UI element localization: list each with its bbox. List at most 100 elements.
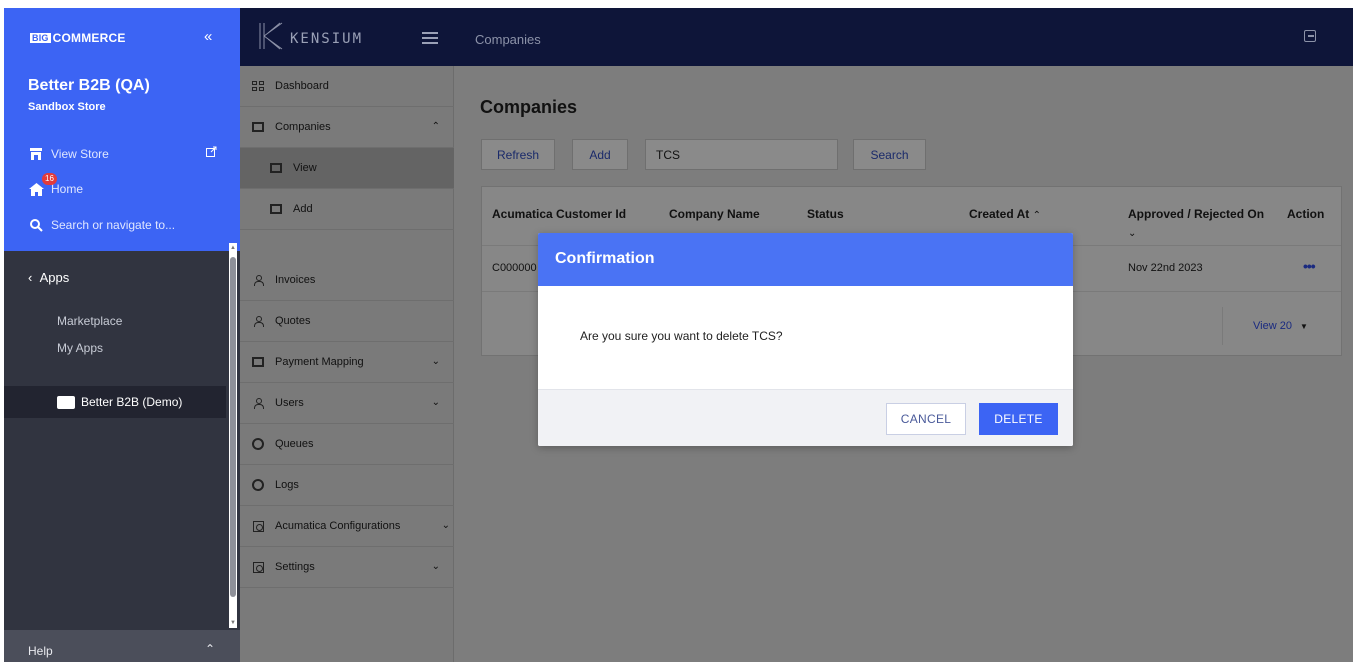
apps-label: Apps <box>39 270 70 285</box>
sidebar-item-label: Acumatica Configurations <box>275 520 401 532</box>
page-size-select[interactable]: View 20 ▼ <box>1222 307 1337 345</box>
row-actions-icon[interactable]: ••• <box>1303 258 1316 274</box>
help-label: Help <box>28 644 53 658</box>
sidebar-item-logs[interactable]: Logs <box>240 465 454 506</box>
search-icon <box>28 217 44 233</box>
sidebar-item-label: Users <box>275 397 304 409</box>
sidebar-item-payment-mapping[interactable]: Payment Mapping ⌄ <box>240 342 454 383</box>
scroll-down-icon[interactable]: ▼ <box>230 620 236 626</box>
column-header-created-at[interactable]: Created At ⌃ <box>969 205 1041 225</box>
settings-icon <box>252 561 264 573</box>
sort-icon: ⌄ <box>1128 228 1137 239</box>
sidebar-item-quotes[interactable]: Quotes <box>240 301 454 342</box>
building-icon <box>270 163 282 174</box>
sidebar-item-label: Invoices <box>275 274 316 286</box>
chevron-up-icon: ⌃ <box>431 121 440 132</box>
delete-button[interactable]: DELETE <box>979 403 1058 435</box>
sidebar-item-settings[interactable]: Settings ⌄ <box>240 547 454 588</box>
sidebar-item-queues[interactable]: Queues <box>240 424 454 465</box>
sidebar-item-companies-view[interactable]: View <box>240 148 454 189</box>
bigcommerce-logo-mark: BIG <box>30 33 51 43</box>
account-circle-icon <box>252 479 264 491</box>
sidebar-item-label: Payment Mapping <box>275 356 364 368</box>
sidebar-item-label: Add <box>293 203 313 215</box>
chevron-left-icon: ‹ <box>28 270 33 285</box>
cancel-button[interactable]: CANCEL <box>886 403 966 435</box>
collapse-sidebar-icon[interactable]: « <box>204 28 212 45</box>
scroll-up-icon[interactable]: ▲ <box>230 245 236 251</box>
sidebar-item-label: Quotes <box>275 315 311 327</box>
my-apps-link[interactable]: My Apps <box>57 341 103 355</box>
sidebar-item-label: Settings <box>275 561 315 573</box>
kensium-logo-mark <box>258 22 284 55</box>
home-link[interactable]: 16 Home <box>28 173 84 197</box>
building-icon <box>270 204 282 215</box>
add-button[interactable]: Add <box>572 139 628 170</box>
column-header-status[interactable]: Status <box>807 205 844 223</box>
dashboard-icon <box>252 81 264 92</box>
cell-customer-id: C000000 <box>492 262 537 274</box>
sidebar-item-label: Logs <box>275 479 299 491</box>
scrollbar-thumb[interactable] <box>230 257 236 597</box>
sidebar-scrollbar[interactable]: ▲ ▼ <box>229 243 237 628</box>
bigcommerce-logo-text: COMMERCE <box>52 31 126 45</box>
kensium-logo-text: KENSIUM <box>290 30 364 47</box>
app-sidebar: Dashboard Companies ⌃ View Add Invoices … <box>240 66 454 662</box>
page-title: Companies <box>480 97 578 117</box>
search-button[interactable]: Search <box>853 139 926 170</box>
help-section[interactable]: Help ⌃ <box>4 630 240 662</box>
person-icon <box>252 397 264 409</box>
sidebar-item-dashboard[interactable]: Dashboard <box>240 66 454 107</box>
approved-on-label: Approved / Rejected On <box>1128 207 1265 221</box>
bigcommerce-sidebar: BIG COMMERCE « Better B2B (QA) Sandbox S… <box>4 8 240 662</box>
dialog-message: Are you sure you want to delete TCS? <box>580 329 783 343</box>
navigation-search[interactable]: Search or navigate to... <box>28 217 175 233</box>
building-icon <box>252 122 264 133</box>
column-header-customer-id[interactable]: Acumatica Customer Id <box>492 205 632 223</box>
search-input[interactable] <box>645 139 838 170</box>
sidebar-item-invoices[interactable]: Invoices <box>240 260 454 301</box>
view-store-label: View Store <box>51 147 109 161</box>
hamburger-menu-icon[interactable] <box>422 32 438 44</box>
sidebar-item-label: Dashboard <box>275 80 329 92</box>
dialog-footer: CANCEL DELETE <box>538 389 1073 446</box>
dialog-title: Confirmation <box>538 233 1073 286</box>
sidebar-item-acumatica-configurations[interactable]: Acumatica Configurations ⌄ <box>240 506 454 547</box>
chevron-down-icon: ⌄ <box>441 520 450 531</box>
notification-badge: 16 <box>42 173 57 185</box>
apps-back-link[interactable]: ‹ Apps <box>28 270 69 285</box>
store-subtitle: Sandbox Store <box>28 101 106 113</box>
page-size-label: View 20 <box>1253 320 1292 332</box>
column-header-company-name[interactable]: Company Name <box>669 205 760 223</box>
header-page-title: Companies <box>475 32 541 47</box>
confirmation-dialog: Confirmation Are you sure you want to de… <box>538 233 1073 446</box>
sidebar-item-label: View <box>293 162 317 174</box>
person-icon <box>252 315 264 327</box>
sidebar-item-companies-add[interactable]: Add <box>240 189 454 230</box>
cell-approved-on: Nov 22nd 2023 <box>1128 262 1203 274</box>
sidebar-item-companies[interactable]: Companies ⌃ <box>240 107 454 148</box>
kensium-logo[interactable]: KENSIUM <box>258 22 363 55</box>
app-logo-icon <box>57 395 75 409</box>
bigcommerce-logo[interactable]: BIG COMMERCE <box>30 31 126 45</box>
marketplace-link[interactable]: Marketplace <box>57 314 122 328</box>
sidebar-item-users[interactable]: Users ⌄ <box>240 383 454 424</box>
installed-app-label: Better B2B (Demo) <box>81 395 183 409</box>
sort-asc-icon: ⌃ <box>1032 210 1041 221</box>
home-icon: 16 <box>28 173 57 197</box>
search-placeholder: Search or navigate to... <box>51 218 176 232</box>
building-icon <box>252 357 264 368</box>
view-store-link[interactable]: View Store <box>28 146 109 162</box>
storefront-icon <box>28 146 44 162</box>
refresh-button[interactable]: Refresh <box>481 139 555 170</box>
created-at-label: Created At <box>969 207 1030 221</box>
chevron-down-icon: ⌄ <box>431 397 440 408</box>
chevron-down-icon: ⌄ <box>431 561 440 572</box>
logout-icon[interactable] <box>1304 30 1316 42</box>
chevron-up-icon: ⌃ <box>205 642 216 656</box>
person-icon <box>252 274 264 286</box>
external-link-icon[interactable] <box>206 146 217 160</box>
installed-app-item[interactable]: Better B2B (Demo) <box>4 386 226 418</box>
column-header-approved-on[interactable]: Approved / Rejected On ⌄ <box>1128 205 1268 243</box>
home-label: Home <box>51 182 84 196</box>
